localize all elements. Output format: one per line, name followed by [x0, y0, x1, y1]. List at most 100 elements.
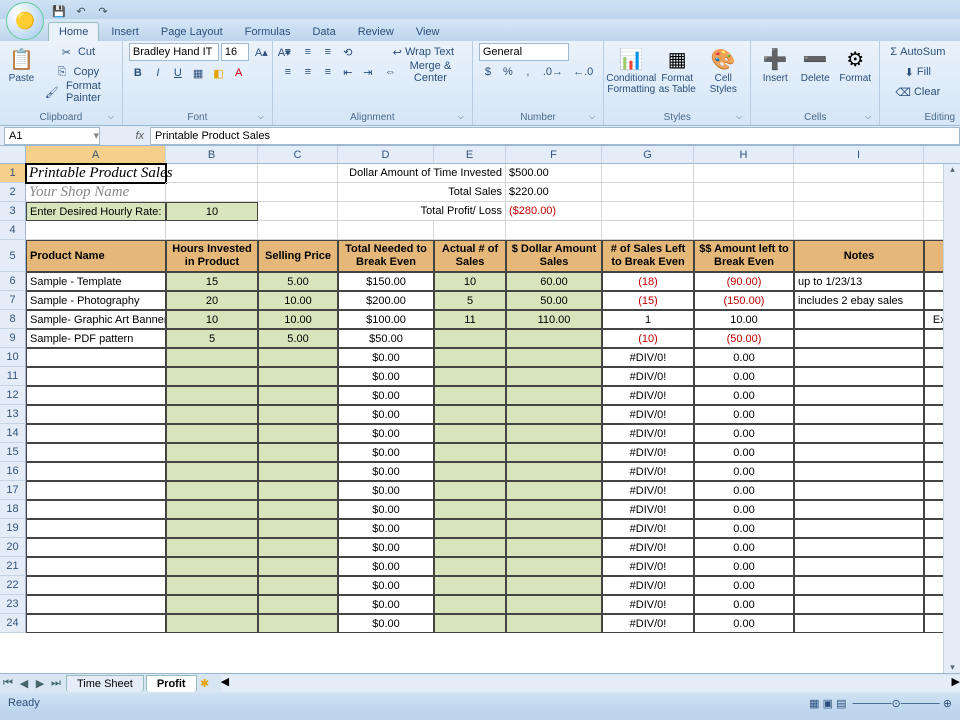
cell[interactable]	[506, 386, 602, 405]
cell[interactable]	[166, 538, 258, 557]
cell[interactable]: #DIV/0!	[602, 576, 694, 595]
cell[interactable]	[338, 221, 434, 240]
row-header-15[interactable]: 15	[0, 443, 26, 462]
cell[interactable]: 1	[602, 310, 694, 329]
horizontal-scrollbar[interactable]: ◀▶	[221, 675, 960, 692]
cell[interactable]	[506, 595, 602, 614]
tab-page-layout[interactable]: Page Layout	[151, 23, 233, 41]
cell[interactable]: 0.00	[694, 367, 794, 386]
vertical-scrollbar[interactable]	[943, 164, 960, 673]
redo-icon[interactable]: ↷	[94, 2, 112, 20]
cell[interactable]: 0.00	[694, 614, 794, 633]
row-header-10[interactable]: 10	[0, 348, 26, 367]
format-as-table-button[interactable]: ▦Format as Table	[656, 43, 698, 95]
wrap-text-button[interactable]: ↩ Wrap Text	[381, 43, 466, 61]
name-box[interactable]: A1▾	[4, 127, 100, 145]
column-header-C[interactable]: C	[258, 146, 338, 164]
format-cells-button[interactable]: ⚙Format	[837, 43, 873, 84]
cell[interactable]: #DIV/0!	[602, 481, 694, 500]
row-header-23[interactable]: 23	[0, 595, 26, 614]
cell[interactable]	[434, 329, 506, 348]
currency-button[interactable]: $	[479, 63, 497, 81]
align-bottom-button[interactable]: ≡	[319, 43, 337, 61]
cell[interactable]: # of Sales Left to Break Even	[602, 240, 694, 272]
cell[interactable]: Your Shop Name	[26, 183, 166, 202]
cell[interactable]: #DIV/0!	[602, 538, 694, 557]
cell[interactable]: 0.00	[694, 405, 794, 424]
cell[interactable]	[26, 221, 166, 240]
cell[interactable]	[794, 424, 924, 443]
cell[interactable]	[506, 367, 602, 386]
cell[interactable]: #DIV/0!	[602, 386, 694, 405]
cell[interactable]	[26, 538, 166, 557]
row-header-18[interactable]: 18	[0, 500, 26, 519]
cell[interactable]: 10	[434, 272, 506, 291]
percent-button[interactable]: %	[499, 63, 517, 81]
row-header-7[interactable]: 7	[0, 291, 26, 310]
tab-review[interactable]: Review	[348, 23, 404, 41]
cell[interactable]	[26, 595, 166, 614]
sheet-nav-first[interactable]: ⏮	[0, 677, 16, 690]
cell[interactable]: Notes	[794, 240, 924, 272]
row-header-24[interactable]: 24	[0, 614, 26, 633]
sheet-nav-last[interactable]: ⏭	[48, 677, 64, 690]
cell[interactable]: 20	[166, 291, 258, 310]
cell[interactable]	[26, 500, 166, 519]
cell[interactable]	[258, 202, 338, 221]
cell[interactable]	[794, 595, 924, 614]
cell[interactable]: 5.00	[258, 272, 338, 291]
cell[interactable]: #DIV/0!	[602, 424, 694, 443]
cell[interactable]	[434, 500, 506, 519]
cell[interactable]	[506, 500, 602, 519]
cell[interactable]: 0.00	[694, 462, 794, 481]
cell[interactable]	[258, 538, 338, 557]
cell[interactable]	[794, 614, 924, 633]
cell[interactable]: 0.00	[694, 557, 794, 576]
cell[interactable]	[258, 443, 338, 462]
cell[interactable]: (50.00)	[694, 329, 794, 348]
cell[interactable]	[26, 443, 166, 462]
row-header-1[interactable]: 1	[0, 164, 26, 183]
cell[interactable]	[434, 348, 506, 367]
cell[interactable]: includes 2 ebay sales	[794, 291, 924, 310]
cell[interactable]	[506, 576, 602, 595]
italic-button[interactable]: I	[149, 64, 167, 82]
cells-area[interactable]: Printable Product SalesDollar Amount of …	[26, 164, 960, 633]
cell[interactable]: Dollar Amount of Time Invested	[338, 164, 506, 183]
cell[interactable]	[506, 614, 602, 633]
column-header-A[interactable]: A	[26, 146, 166, 164]
cell[interactable]: 10.00	[258, 291, 338, 310]
cell[interactable]	[794, 221, 924, 240]
cell[interactable]: $0.00	[338, 462, 434, 481]
cell[interactable]	[794, 183, 924, 202]
cell[interactable]	[166, 443, 258, 462]
cell[interactable]	[434, 443, 506, 462]
cell[interactable]	[166, 164, 258, 183]
cell[interactable]: Sample - Template	[26, 272, 166, 291]
cell[interactable]	[434, 424, 506, 443]
column-headers[interactable]: ABCDEFGHIJ	[26, 146, 960, 164]
align-center-button[interactable]: ≡	[299, 63, 317, 81]
cell[interactable]	[26, 557, 166, 576]
cell[interactable]	[602, 202, 694, 221]
cell[interactable]	[26, 367, 166, 386]
cell[interactable]	[258, 576, 338, 595]
cell[interactable]: $0.00	[338, 519, 434, 538]
cell[interactable]: Hours Invested in Product	[166, 240, 258, 272]
cell[interactable]: 0.00	[694, 481, 794, 500]
cell[interactable]	[166, 367, 258, 386]
cell[interactable]: #DIV/0!	[602, 557, 694, 576]
sheet-nav-prev[interactable]: ◀	[16, 677, 32, 690]
row-header-5[interactable]: 5	[0, 240, 26, 272]
cell[interactable]	[794, 348, 924, 367]
cell[interactable]: 0.00	[694, 500, 794, 519]
cell[interactable]	[794, 481, 924, 500]
cell[interactable]: Enter Desired Hourly Rate:	[26, 202, 166, 221]
cell[interactable]: 50.00	[506, 291, 602, 310]
increase-decimal-button[interactable]: .0→	[539, 63, 567, 81]
cell[interactable]	[166, 405, 258, 424]
cell[interactable]: 0.00	[694, 386, 794, 405]
cell[interactable]	[506, 557, 602, 576]
cell[interactable]: $0.00	[338, 367, 434, 386]
align-top-button[interactable]: ≡	[279, 43, 297, 61]
